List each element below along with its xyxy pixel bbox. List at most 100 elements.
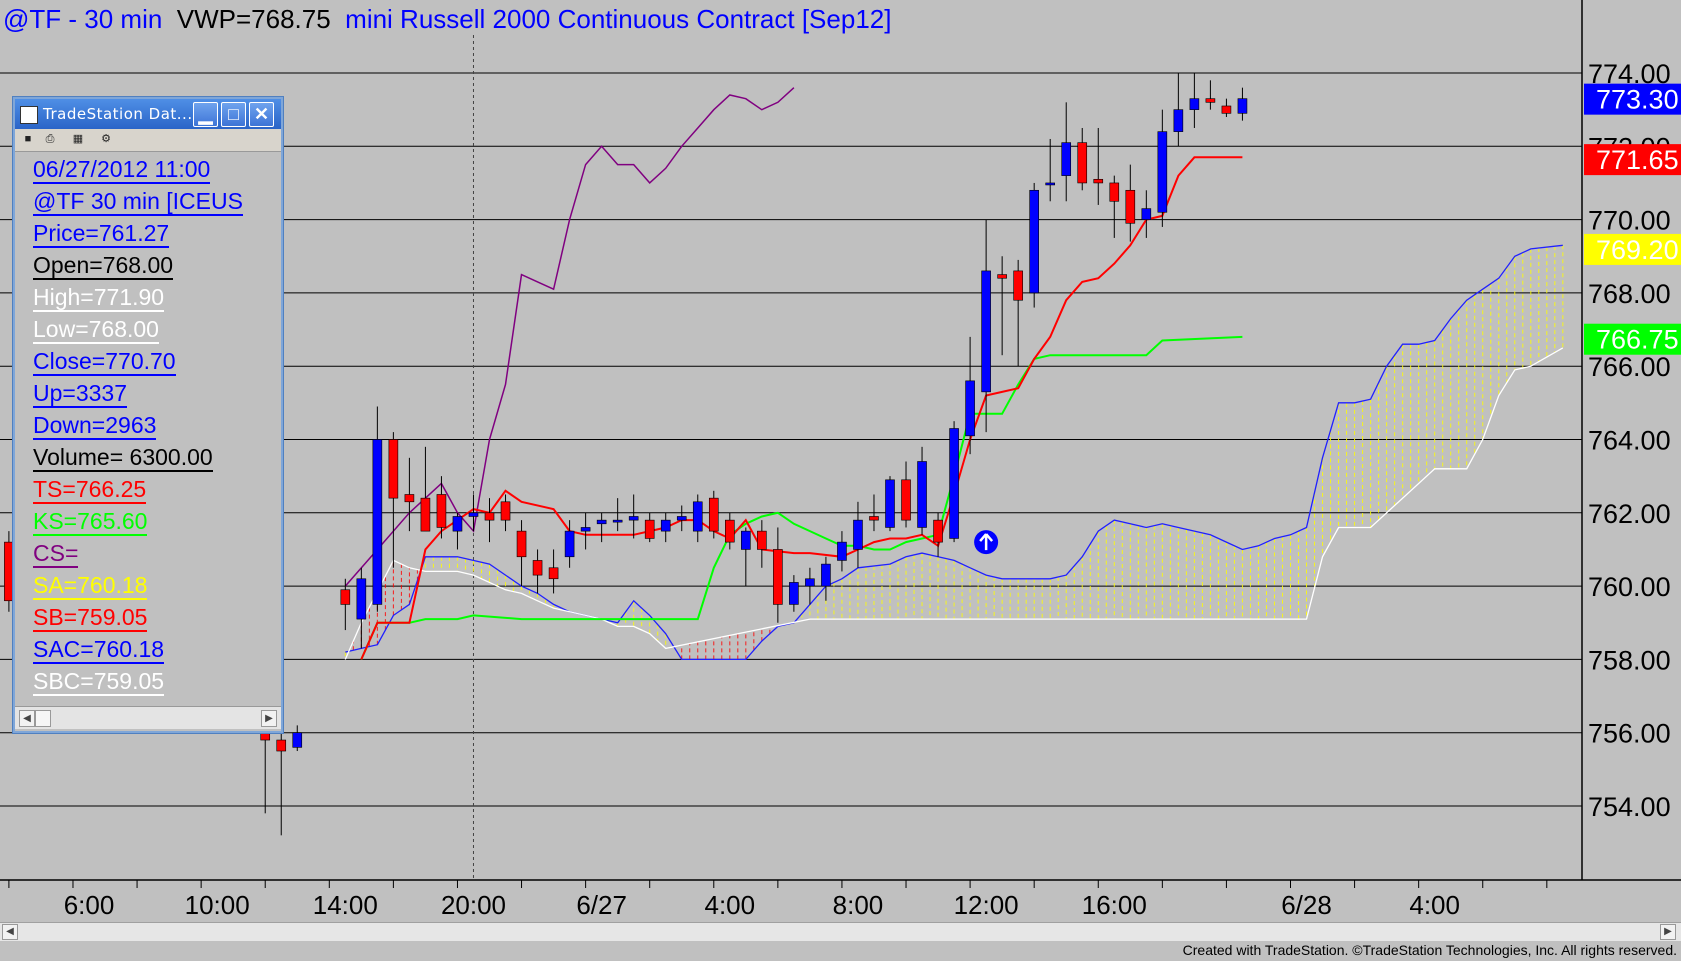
- price-label-text: 771.65: [1596, 145, 1679, 175]
- save-icon[interactable]: ■: [21, 133, 35, 146]
- y-tick-label: 762.00: [1588, 499, 1671, 529]
- candle-body: [292, 732, 303, 748]
- x-tick-label: 12:00: [954, 890, 1019, 920]
- candle-body: [420, 497, 431, 532]
- close-button[interactable]: ✕: [249, 102, 274, 127]
- candle-body: [452, 516, 463, 532]
- candle-body: [676, 516, 687, 521]
- x-tick-label: 4:00: [1409, 890, 1460, 920]
- data-window-row-text: KS=765.60: [33, 508, 148, 536]
- title-contract: mini Russell 2000 Continuous Contract [S…: [345, 4, 892, 34]
- price-label-text: 773.30: [1596, 85, 1679, 115]
- chart-scroll-right-icon[interactable]: ▶: [1660, 924, 1676, 940]
- title-vwp: VWP=768.75: [176, 4, 331, 34]
- candle-body: [468, 512, 479, 517]
- data-window-row: Up=3337: [33, 380, 127, 410]
- data-window-row-text: @TF 30 min [ICEUS: [33, 188, 243, 216]
- candle-body: [1237, 98, 1248, 114]
- candle-body: [1077, 142, 1088, 184]
- candle-body: [516, 530, 527, 558]
- candle-body: [965, 380, 975, 437]
- data-window-titlebar[interactable]: TradeStation Dat... ▁ □ ✕: [15, 99, 281, 129]
- data-window-row: TS=766.25: [33, 476, 147, 506]
- data-window-row-text: SAC=760.18: [33, 636, 165, 664]
- candle-body: [548, 567, 559, 580]
- y-tick-label: 754.00: [1588, 792, 1671, 822]
- data-window-row-text: Price=761.27: [33, 220, 170, 248]
- data-window-title: TradeStation Dat...: [43, 105, 193, 123]
- candle-body: [484, 512, 495, 521]
- title-symbol: @TF - 30 min: [3, 4, 163, 34]
- candle-body: [1013, 270, 1023, 301]
- candle-body: [1173, 109, 1184, 132]
- data-window-row: CS=: [33, 540, 79, 570]
- data-window-values: 06/27/2012 11:00 @TF 30 min [ICEUS Price=7…: [15, 152, 281, 705]
- candle-body: [981, 270, 991, 393]
- candle-body: [372, 439, 383, 605]
- data-window-row-text: 06/27/2012 11:00: [33, 156, 211, 184]
- candle-body: [532, 560, 543, 576]
- x-tick-label: 6/27: [576, 890, 627, 920]
- data-window-scrollbar[interactable]: ◀ ▶: [15, 706, 281, 729]
- candle-body: [757, 530, 767, 550]
- candle-body: [404, 494, 415, 503]
- data-window-row: SAC=760.18: [33, 636, 165, 666]
- candle-body: [1221, 105, 1232, 114]
- y-tick-label: 766.00: [1588, 352, 1671, 382]
- price-label-text: 766.75: [1596, 325, 1679, 355]
- candle-body: [741, 530, 751, 550]
- data-window-row: Volume= 6300.00: [33, 444, 213, 474]
- data-window[interactable]: TradeStation Dat... ▁ □ ✕ ■ ⎙ ▦ ⚙ 06/27/…: [13, 97, 283, 733]
- candle-body: [356, 578, 367, 620]
- grid-icon[interactable]: ▦: [71, 133, 85, 146]
- properties-icon[interactable]: ⚙: [99, 133, 113, 146]
- candle-body: [997, 274, 1007, 279]
- data-window-row-text: TS=766.25: [33, 476, 147, 504]
- data-window-row: KS=765.60: [33, 508, 148, 538]
- candle-body: [260, 732, 271, 741]
- scroll-right-icon[interactable]: ▶: [261, 710, 277, 727]
- data-window-row: Close=770.70: [33, 348, 176, 378]
- chart-scroll-left-icon[interactable]: ◀: [2, 924, 18, 940]
- data-window-row-text: Up=3337: [33, 380, 127, 408]
- candle-body: [949, 428, 959, 539]
- chart-window: 754.00 756.00 758.00 760.00 762.00 764.00 766.…: [0, 0, 1681, 961]
- data-window-row: SA=760.18: [33, 572, 148, 602]
- candle-body: [1093, 178, 1104, 184]
- data-window-row-text: Open=768.00: [33, 252, 174, 280]
- data-window-row: Price=761.27: [33, 220, 170, 250]
- candle-body: [564, 530, 575, 558]
- candle-body: [805, 578, 815, 587]
- candle-body: [612, 519, 623, 523]
- maximize-button[interactable]: □: [221, 102, 246, 127]
- candle-body: [1141, 208, 1152, 220]
- candle-body: [708, 497, 719, 532]
- x-tick-label: 8:00: [833, 890, 884, 920]
- copyright-text: Created with TradeStation. ©TradeStation…: [1182, 942, 1677, 958]
- data-window-row: Low=768.00: [33, 316, 159, 346]
- price-label-text: 769.20: [1596, 235, 1679, 265]
- data-window-row: @TF 30 min [ICEUS: [33, 188, 243, 218]
- candle-body: [885, 479, 895, 528]
- candle-body: [628, 516, 639, 521]
- candle-body: [901, 479, 911, 521]
- chart-scrollbar[interactable]: ◀ ▶: [0, 922, 1681, 941]
- candle-body: [1061, 142, 1072, 176]
- x-tick-label: 14:00: [313, 890, 378, 920]
- x-tick-label: 4:00: [704, 890, 755, 920]
- data-window-row-text: Low=768.00: [33, 316, 159, 344]
- print-icon[interactable]: ⎙: [43, 133, 57, 146]
- candle-body: [660, 519, 671, 532]
- candle-body: [596, 519, 607, 525]
- chart-title: @TF - 30 min VWP=768.75 mini Russell 200…: [3, 4, 891, 35]
- candle-body: [1029, 189, 1039, 294]
- y-tick-label: 764.00: [1588, 426, 1671, 456]
- minimize-button[interactable]: ▁: [193, 102, 218, 127]
- candle-body: [388, 439, 399, 499]
- scroll-left-icon[interactable]: ◀: [19, 710, 35, 727]
- x-tick-label: 6:00: [64, 890, 115, 920]
- x-tick-label: 16:00: [1082, 890, 1147, 920]
- scroll-thumb[interactable]: [35, 710, 51, 727]
- data-window-row-text: SA=760.18: [33, 572, 148, 600]
- data-window-row: SBC=759.05: [33, 668, 165, 698]
